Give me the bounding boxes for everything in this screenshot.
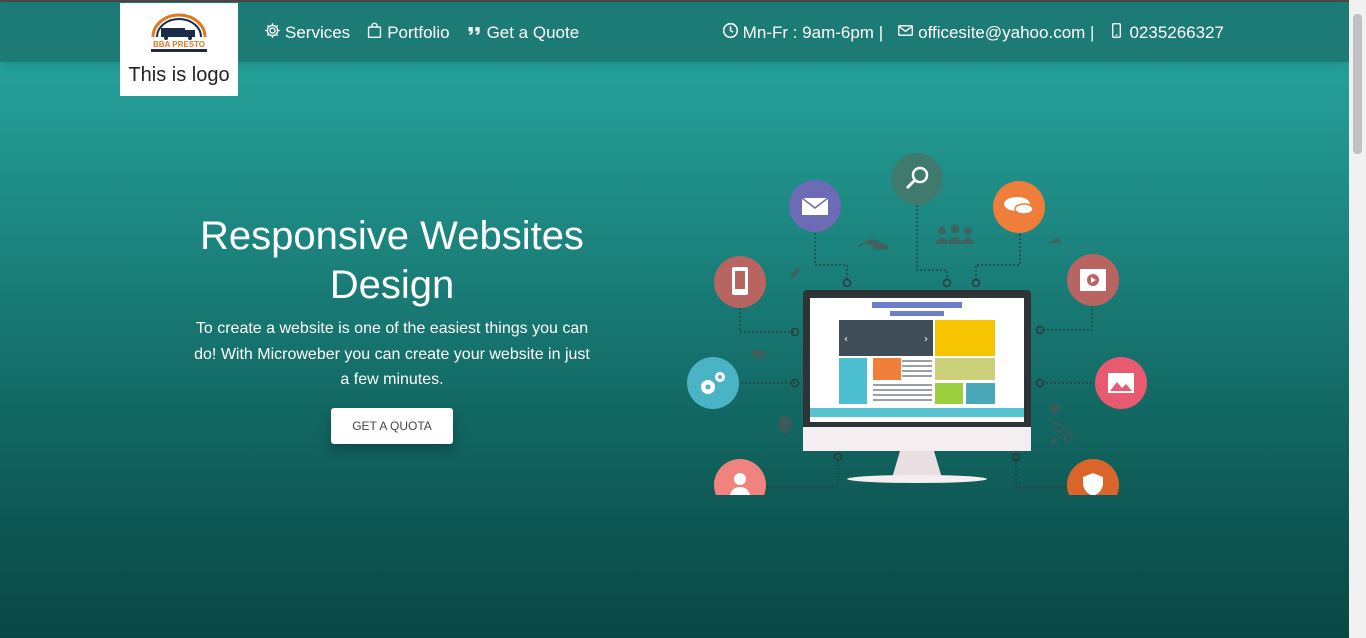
- search-icon: [891, 153, 943, 205]
- svg-text:BBA PRESTO: BBA PRESTO: [153, 40, 205, 49]
- image-icon: [1095, 357, 1147, 409]
- clock-icon: [722, 22, 739, 44]
- contact-phone[interactable]: 0235266327: [1108, 22, 1224, 44]
- hero-illustration: ‹ ›: [680, 145, 1160, 511]
- nav-label: Services: [285, 23, 351, 42]
- nav-item-portfolio[interactable]: Portfolio: [366, 22, 450, 44]
- contact-email[interactable]: officesite@yahoo.com |: [897, 22, 1094, 44]
- mail-icon: [789, 180, 841, 232]
- svg-text:›: ›: [924, 334, 928, 345]
- quote-icon: [466, 22, 483, 44]
- get-a-quota-button[interactable]: GET A QUOTA: [331, 408, 453, 444]
- svg-text:‹: ‹: [844, 334, 848, 345]
- hero-subtitle: To create a website is one of the easies…: [194, 320, 590, 388]
- logo-caption: This is logo: [128, 64, 230, 86]
- site-logo[interactable]: BBA PRESTO This is logo: [120, 3, 238, 96]
- nav-label: Get a Quote: [486, 23, 580, 42]
- smartphone-icon: [714, 256, 766, 308]
- truck-logo-icon: BBA PRESTO: [151, 13, 207, 52]
- page-scrollbar[interactable]: [1349, 0, 1366, 638]
- phone-icon: [1108, 22, 1125, 44]
- bag-icon: [366, 22, 383, 44]
- scrollbar-thumb[interactable]: [1353, 14, 1362, 154]
- hero-title: Responsive Websites Design: [200, 214, 584, 307]
- chat-icon: [993, 181, 1045, 233]
- user-icon: [714, 459, 766, 511]
- gear-icon: [264, 22, 281, 44]
- nav-item-get-a-quote[interactable]: Get a Quote: [466, 22, 580, 44]
- contact-info: Mn-Fr : 9am-6pm | officesite@yahoo.com |…: [722, 22, 1224, 44]
- gears-icon: [687, 357, 739, 409]
- shield-icon: [1067, 459, 1119, 511]
- nav-label: Portfolio: [387, 23, 450, 42]
- nav-item-services[interactable]: Services: [264, 22, 350, 44]
- main-nav: Services Portfolio Get a Quote: [264, 22, 579, 44]
- business-hours: Mn-Fr : 9am-6pm |: [722, 22, 883, 44]
- envelope-icon: [897, 22, 914, 44]
- video-icon: [1067, 254, 1119, 306]
